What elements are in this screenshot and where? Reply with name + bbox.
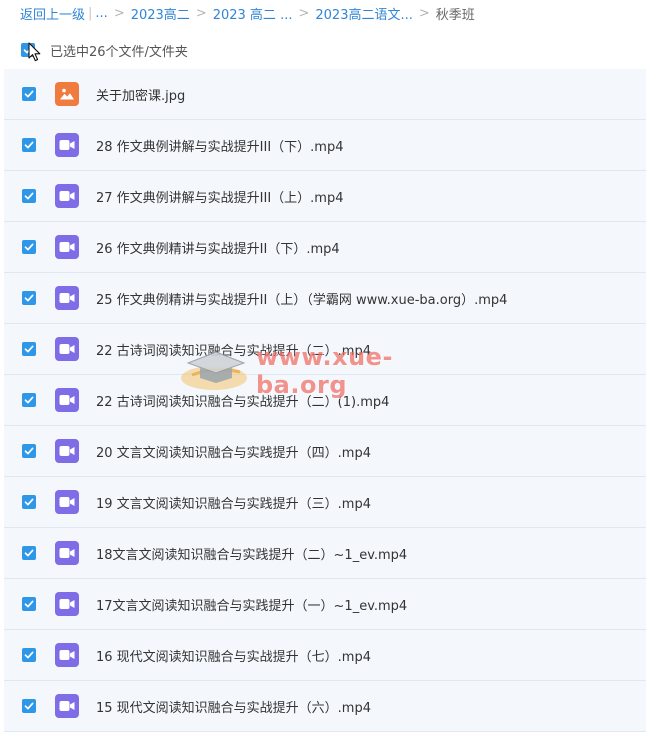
video-file-icon bbox=[55, 388, 79, 412]
chevron-right-icon: > bbox=[298, 5, 310, 21]
video-file-icon bbox=[55, 184, 79, 208]
file-row[interactable]: 25 作文典例精讲与实战提升II（上）（学霸网 www.xue-ba.org）.… bbox=[4, 273, 646, 324]
check-icon bbox=[24, 600, 34, 608]
video-file-icon bbox=[55, 643, 79, 667]
row-checkbox[interactable] bbox=[22, 648, 36, 662]
check-icon bbox=[24, 141, 34, 149]
file-list: 关于加密课.jpg 28 作文典例讲解与实战提升III（下）.mp4 27 作文… bbox=[0, 69, 647, 732]
row-checkbox[interactable] bbox=[22, 597, 36, 611]
file-name[interactable]: 17文言文阅读知识融合与实践提升（一）~1_ev.mp4 bbox=[96, 595, 407, 614]
row-checkbox[interactable] bbox=[22, 87, 36, 101]
file-row[interactable]: 20 文言文阅读知识融合与实践提升（四）.mp4 bbox=[4, 426, 646, 477]
row-checkbox[interactable] bbox=[22, 393, 36, 407]
file-name[interactable]: 27 作文典例讲解与实战提升III（上）.mp4 bbox=[96, 187, 344, 206]
chevron-right-icon: > bbox=[195, 5, 207, 21]
file-name[interactable]: 22 古诗词阅读知识融合与实战提升（二）.mp4 bbox=[96, 340, 371, 359]
row-checkbox[interactable] bbox=[22, 342, 36, 356]
video-file-icon bbox=[55, 592, 79, 616]
file-name[interactable]: 18文言文阅读知识融合与实践提升（二）~1_ev.mp4 bbox=[96, 544, 407, 563]
video-file-icon bbox=[55, 286, 79, 310]
file-name[interactable]: 25 作文典例精讲与实战提升II（上）（学霸网 www.xue-ba.org）.… bbox=[96, 289, 507, 308]
chevron-right-icon: > bbox=[113, 5, 125, 21]
file-row[interactable]: 关于加密课.jpg bbox=[4, 69, 646, 120]
file-name[interactable]: 关于加密课.jpg bbox=[96, 85, 185, 104]
video-file-icon bbox=[55, 439, 79, 463]
selection-count: 已选中26个文件/文件夹 bbox=[50, 44, 188, 60]
file-name[interactable]: 19 文言文阅读知识融合与实践提升（三）.mp4 bbox=[96, 493, 371, 512]
check-icon bbox=[24, 447, 34, 455]
file-row[interactable]: 22 古诗词阅读知识融合与实战提升（二）(1).mp4 bbox=[4, 375, 646, 426]
file-name[interactable]: 28 作文典例讲解与实战提升III（下）.mp4 bbox=[96, 136, 344, 155]
breadcrumb-current: 秋季班 bbox=[435, 7, 475, 23]
breadcrumb: 返回上一级 | ... > 2023高二 > 2023 高二 ... > 202… bbox=[20, 3, 475, 23]
breadcrumb-pipe: | bbox=[88, 5, 93, 21]
file-row[interactable]: 16 现代文阅读知识融合与实战提升（七）.mp4 bbox=[4, 630, 646, 681]
video-file-icon bbox=[55, 694, 79, 718]
file-row[interactable]: 17文言文阅读知识融合与实践提升（一）~1_ev.mp4 bbox=[4, 579, 646, 630]
video-file-icon bbox=[55, 133, 79, 157]
file-name[interactable]: 26 作文典例精讲与实战提升II（下）.mp4 bbox=[96, 238, 340, 257]
file-row[interactable]: 15 现代文阅读知识融合与实战提升（六）.mp4 bbox=[4, 681, 646, 732]
chevron-right-icon: > bbox=[418, 5, 430, 21]
file-name[interactable]: 15 现代文阅读知识融合与实战提升（六）.mp4 bbox=[96, 697, 371, 716]
video-file-icon bbox=[55, 490, 79, 514]
file-name[interactable]: 16 现代文阅读知识融合与实战提升（七）.mp4 bbox=[96, 646, 371, 665]
row-checkbox[interactable] bbox=[22, 546, 36, 560]
image-file-icon bbox=[55, 82, 79, 106]
check-icon bbox=[24, 90, 34, 98]
check-icon bbox=[24, 498, 34, 506]
video-file-icon bbox=[55, 541, 79, 565]
check-icon bbox=[24, 345, 34, 353]
row-checkbox[interactable] bbox=[22, 444, 36, 458]
row-checkbox[interactable] bbox=[22, 189, 36, 203]
check-icon bbox=[24, 651, 34, 659]
row-checkbox[interactable] bbox=[22, 699, 36, 713]
video-file-icon bbox=[55, 235, 79, 259]
file-row[interactable]: 19 文言文阅读知识融合与实践提升（三）.mp4 bbox=[4, 477, 646, 528]
check-icon bbox=[24, 294, 34, 302]
row-checkbox[interactable] bbox=[22, 291, 36, 305]
check-icon bbox=[24, 549, 34, 557]
check-icon bbox=[24, 396, 34, 404]
file-name[interactable]: 22 古诗词阅读知识融合与实战提升（二）(1).mp4 bbox=[96, 391, 389, 410]
file-row[interactable]: 22 古诗词阅读知识融合与实战提升（二）.mp4 bbox=[4, 324, 646, 375]
video-file-icon bbox=[55, 337, 79, 361]
row-checkbox[interactable] bbox=[22, 240, 36, 254]
mouse-cursor-icon bbox=[28, 42, 41, 62]
file-row[interactable]: 27 作文典例讲解与实战提升III（上）.mp4 bbox=[4, 171, 646, 222]
breadcrumb-item-0[interactable]: 2023高二 bbox=[131, 4, 190, 23]
file-row[interactable]: 26 作文典例精讲与实战提升II（下）.mp4 bbox=[4, 222, 646, 273]
breadcrumb-item-1[interactable]: 2023 高二 ... bbox=[213, 4, 293, 23]
row-checkbox[interactable] bbox=[22, 495, 36, 509]
check-icon bbox=[24, 702, 34, 710]
file-name[interactable]: 20 文言文阅读知识融合与实践提升（四）.mp4 bbox=[96, 442, 371, 461]
breadcrumb-item-2[interactable]: 2023高二语文... bbox=[315, 4, 412, 23]
breadcrumb-ellipsis[interactable]: ... bbox=[95, 6, 107, 21]
check-icon bbox=[24, 243, 34, 251]
row-checkbox[interactable] bbox=[22, 138, 36, 152]
file-row[interactable]: 18文言文阅读知识融合与实践提升（二）~1_ev.mp4 bbox=[4, 528, 646, 579]
file-row[interactable]: 28 作文典例讲解与实战提升III（下）.mp4 bbox=[4, 120, 646, 171]
selection-bar: 已选中26个文件/文件夹 bbox=[0, 36, 647, 64]
check-icon bbox=[24, 192, 34, 200]
back-link[interactable]: 返回上一级 bbox=[20, 4, 85, 23]
